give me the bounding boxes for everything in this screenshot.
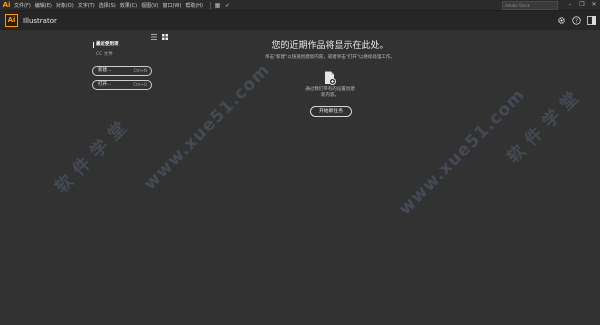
- open-shortcut: Ctrl+O: [133, 82, 147, 87]
- restore-icon[interactable]: ❐: [576, 0, 588, 10]
- header-icons: ?: [551, 11, 596, 30]
- menu-view[interactable]: 视图(V): [141, 2, 158, 9]
- recent-files-link[interactable]: 最近使用项: [93, 42, 119, 48]
- page-subtitle: 单击"新建"以快速创建新内容，或者单击"打开"以继续处理工作。: [265, 55, 395, 60]
- start-header: Ai Illustrator ?: [0, 11, 600, 30]
- watermark-text: 软 件 学 堂: [51, 117, 132, 198]
- page-title: 您的近期作品将显示在此处。: [271, 41, 389, 51]
- gear-icon[interactable]: [556, 16, 566, 26]
- menu-select[interactable]: 选择(S): [99, 2, 116, 9]
- cc-files-link[interactable]: CC 文件: [96, 51, 113, 57]
- app-title: Illustrator: [23, 16, 57, 25]
- menu-effect[interactable]: 效果(C): [120, 2, 137, 9]
- menu-right-group: Adobe Stock – ❐ ✕: [502, 0, 600, 10]
- list-view-icon[interactable]: [150, 33, 157, 40]
- minimize-icon[interactable]: –: [564, 0, 576, 10]
- new-button-label: 新建...: [98, 68, 112, 73]
- new-shortcut: Ctrl+N: [133, 68, 147, 73]
- grid-view-icon[interactable]: [161, 33, 168, 40]
- menu-edit[interactable]: 编辑(E): [35, 2, 52, 9]
- close-icon[interactable]: ✕: [588, 0, 600, 10]
- menu-help[interactable]: 帮助(H): [185, 2, 203, 9]
- app-logo-small: Ai: [2, 0, 11, 10]
- menu-bar: Ai 文件(F) 编辑(E) 对象(O) 文字(T) 选择(S) 效果(C) 视…: [0, 0, 600, 11]
- menu-file[interactable]: 文件(F): [14, 2, 31, 9]
- preset-hint-line2: 新内容。: [321, 93, 339, 98]
- help-icon[interactable]: ?: [571, 16, 581, 26]
- preset-hint: 通过我们带有的设置创建 新内容。: [300, 87, 360, 99]
- watermark-url: www.xue51.com: [140, 60, 275, 195]
- new-button[interactable]: 新建... Ctrl+N: [92, 66, 152, 76]
- gpu-rocket-icon[interactable]: ➶: [224, 2, 231, 9]
- panel-icon[interactable]: [586, 16, 596, 26]
- menu-type[interactable]: 文字(T): [78, 2, 95, 9]
- view-toggles: [150, 33, 172, 40]
- svg-text:?: ?: [575, 18, 578, 24]
- open-button-label: 打开...: [98, 82, 112, 87]
- open-button[interactable]: 打开... Ctrl+O: [92, 80, 152, 90]
- new-document-icon: [324, 70, 336, 85]
- menu-window[interactable]: 窗口(W): [162, 2, 181, 9]
- workspace-grid-icon[interactable]: ▦: [214, 2, 221, 9]
- start-new-button[interactable]: 开始新任务: [310, 106, 352, 117]
- stock-search-input[interactable]: Adobe Stock: [502, 0, 558, 10]
- menu-object[interactable]: 对象(O): [56, 2, 74, 9]
- menu-divider: [210, 1, 211, 9]
- illustrator-logo: Ai: [5, 14, 18, 27]
